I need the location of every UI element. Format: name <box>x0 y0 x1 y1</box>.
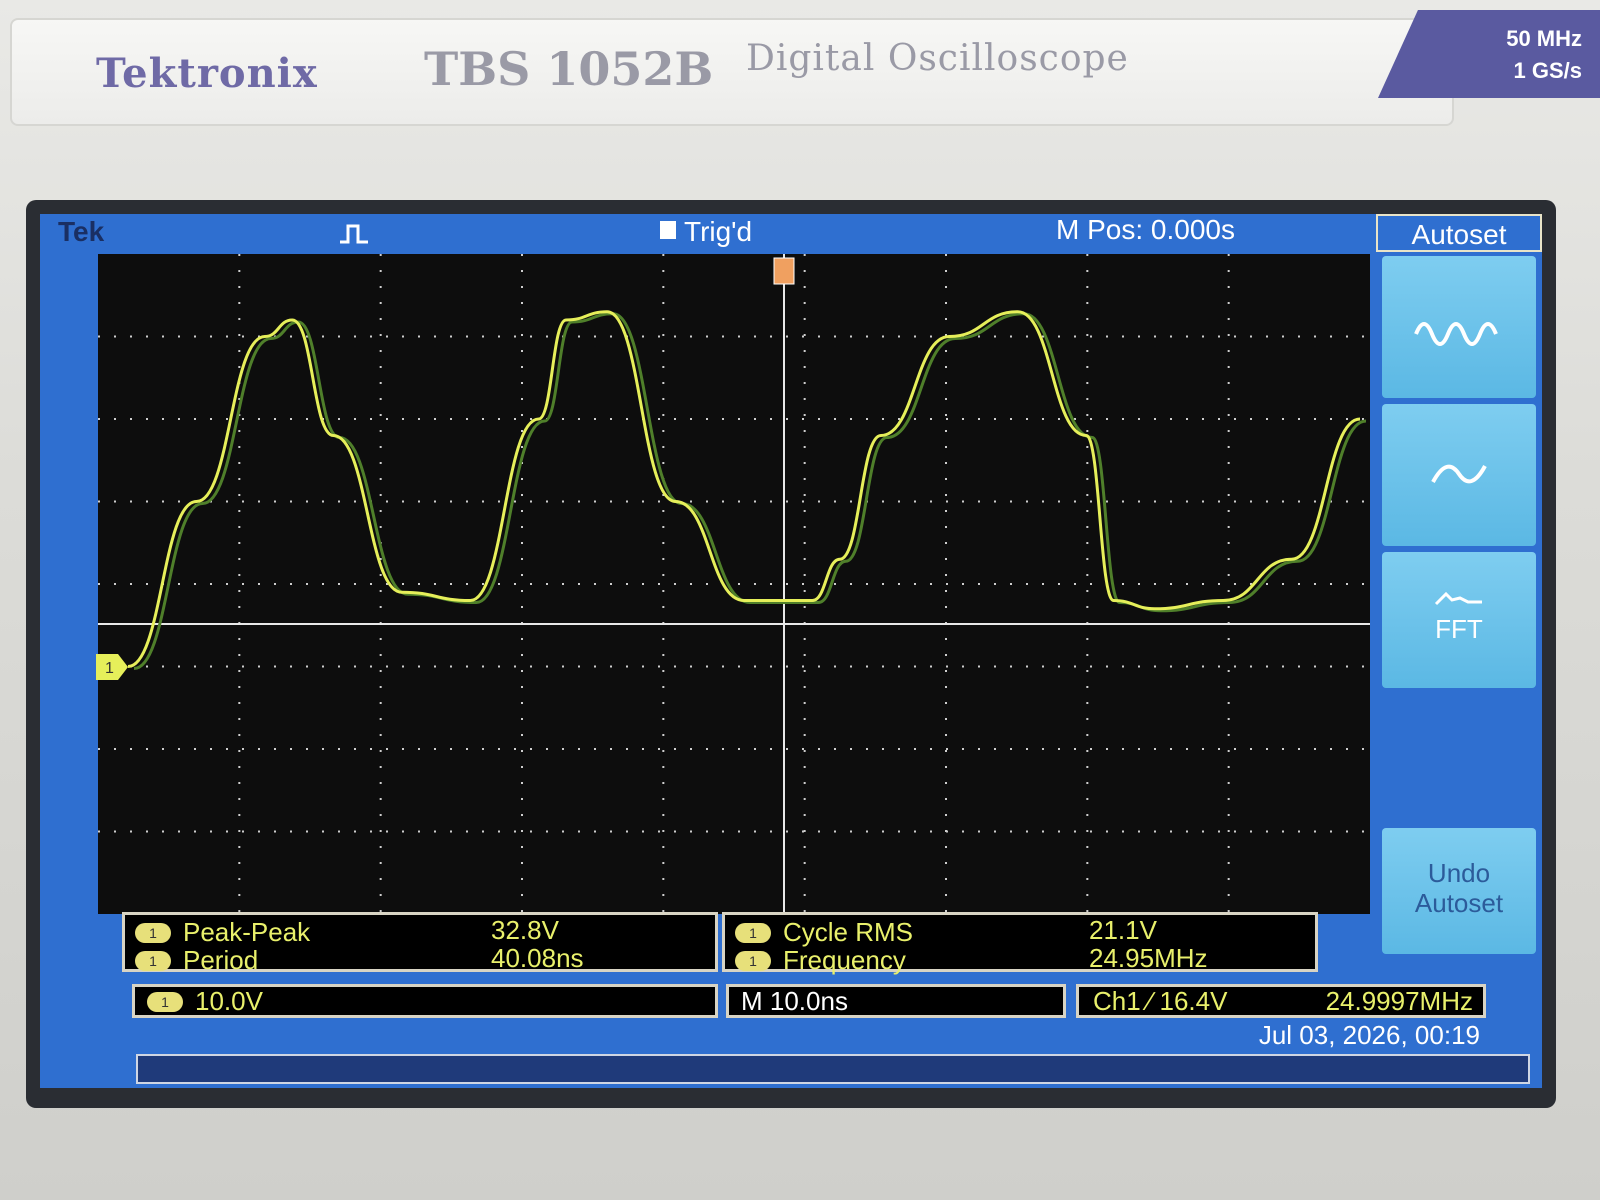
display-screen: Tek Trig'd M Pos: 0.000s 1 Autoset FFT U… <box>40 214 1542 1088</box>
trigger-level: Ch1 ∕ 16.4V <box>1093 986 1228 1016</box>
measurement-row[interactable]: 1 Period <box>135 945 259 975</box>
side-menu: Autoset FFT Undo Autoset <box>1376 214 1542 1088</box>
measurement-row[interactable]: 1 Cycle RMS <box>735 917 914 947</box>
sample-rate-label: 1 GS/s <box>1513 58 1582 83</box>
ch1-marker-label: 1 <box>105 660 114 677</box>
ch1-badge: 1 <box>135 951 171 971</box>
ch1-ground-marker-icon: 1 <box>96 654 128 680</box>
measurement-value: 32.8V <box>491 915 559 945</box>
single-cycle-wave-icon <box>1431 464 1487 484</box>
timebase-box[interactable]: M 10.0ns <box>726 984 1066 1018</box>
trigger-indicator-icon <box>660 221 676 239</box>
ch1-badge: 1 <box>135 923 171 943</box>
measurement-label: Peak-Peak <box>183 917 311 947</box>
ch1-trace <box>127 310 1361 668</box>
trigger-frequency: 24.9997MHz <box>1325 986 1473 1016</box>
tek-logo: Tek <box>58 216 105 247</box>
status-bar: Tek Trig'd M Pos: 0.000s <box>40 214 1370 252</box>
horizontal-position: M Pos: 0.000s <box>1056 214 1235 245</box>
fft-button[interactable]: FFT <box>1382 552 1536 688</box>
fft-label: FFT <box>1435 614 1483 644</box>
multi-cycle-wave-icon <box>1414 322 1498 346</box>
ch1-trace-ghost <box>133 312 1367 670</box>
multi-cycle-button[interactable] <box>1382 256 1536 398</box>
measurement-row[interactable]: 1 Peak-Peak <box>135 917 311 947</box>
fft-spectrum-icon <box>1434 591 1482 606</box>
measurement-label: Period <box>183 945 259 975</box>
single-cycle-button[interactable] <box>1382 404 1536 546</box>
measurement-label: Frequency <box>783 945 906 975</box>
measurement-row[interactable]: 1 Frequency <box>735 945 906 975</box>
measurement-value: 24.95MHz <box>1089 943 1208 973</box>
bottom-strip <box>136 1054 1530 1084</box>
measurement-panel-left: 1 Peak-Peak 32.8V 1 Period 40.08ns <box>122 912 718 975</box>
ch1-badge: 1 <box>735 951 771 971</box>
undo-autoset-button[interactable]: Undo Autoset <box>1382 828 1536 954</box>
trigger-status: Trig'd <box>660 216 752 248</box>
bandwidth-label: 50 MHz <box>1506 26 1582 51</box>
datetime: Jul 03, 2026, 00:19 <box>1258 1020 1480 1050</box>
measurement-value: 40.08ns <box>491 943 584 973</box>
model-description: Digital Oscilloscope <box>746 38 1129 79</box>
waveform-plot <box>98 254 1370 914</box>
datetime-bar: Jul 03, 2026, 00:19 <box>136 1018 1530 1052</box>
measurement-value: 21.1V <box>1089 915 1157 945</box>
timebase: M 10.0ns <box>741 986 848 1016</box>
measurement-panel-right: 1 Cycle RMS 21.1V 1 Frequency 24.95MHz <box>722 912 1318 975</box>
model-name: TBS 1052B <box>424 42 714 96</box>
trigger-box[interactable]: Ch1 ∕ 16.4V 24.9997MHz <box>1076 984 1486 1018</box>
ch1-scale: 10.0V <box>195 986 263 1016</box>
graticule-svg <box>98 254 1370 914</box>
measurement-label: Cycle RMS <box>783 917 914 947</box>
trigger-status-text: Trig'd <box>684 216 753 247</box>
ch1-badge: 1 <box>147 992 183 1012</box>
ch1-badge: 1 <box>735 923 771 943</box>
brand-logo: Tektronix <box>96 50 318 97</box>
pulse-trigger-icon <box>340 224 368 244</box>
trigger-position-marker[interactable] <box>773 257 795 285</box>
ch1-scale-box[interactable]: 1 10.0V <box>132 984 718 1018</box>
autoset-menu-title: Autoset <box>1376 214 1542 252</box>
